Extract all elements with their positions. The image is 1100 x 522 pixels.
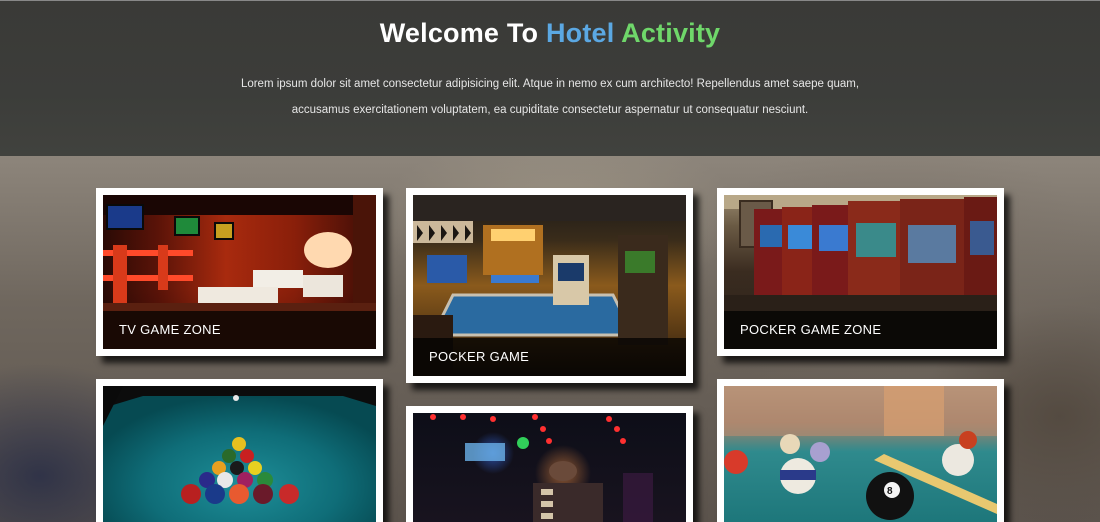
title-part-activity: Activity: [621, 18, 721, 48]
gallery-card-pocker-game-zone[interactable]: POCKER GAME ZONE: [717, 188, 1004, 356]
page-header: Welcome To Hotel Activity Lorem ipsum do…: [0, 0, 1100, 156]
card-caption: TV GAME ZONE: [103, 311, 376, 349]
gallery-card-billiard[interactable]: [96, 379, 383, 522]
eight-ball-photo: 8: [724, 386, 997, 522]
gallery-card-club[interactable]: [406, 406, 693, 522]
tv-game-zone-photo: TV GAME ZONE: [103, 195, 376, 349]
title-part-hotel: Hotel: [545, 18, 615, 48]
page-title: Welcome To Hotel Activity: [0, 18, 1100, 49]
svg-text:8: 8: [887, 486, 893, 497]
arcade-game-photo: POCKER GAME: [413, 195, 686, 376]
card-caption: POCKER GAME ZONE: [724, 311, 997, 349]
billiard-rack-photo: [103, 386, 376, 522]
gallery-card-pocker-game[interactable]: POCKER GAME: [406, 188, 693, 383]
arcade-cabinets-photo: POCKER GAME ZONE: [724, 195, 997, 349]
night-club-photo: [413, 413, 686, 522]
intro-line-2: accusamus exercitationem voluptatem, ea …: [291, 104, 809, 116]
intro-paragraph: Lorem ipsum dolor sit amet consectetur a…: [230, 71, 870, 123]
gallery-card-tv-game-zone[interactable]: TV GAME ZONE: [96, 188, 383, 356]
gallery-card-eight-ball[interactable]: 8: [717, 379, 1004, 522]
title-part-welcome: Welcome To: [379, 18, 539, 48]
card-caption: POCKER GAME: [413, 338, 686, 376]
intro-line-1: Lorem ipsum dolor sit amet consectetur a…: [240, 78, 860, 90]
